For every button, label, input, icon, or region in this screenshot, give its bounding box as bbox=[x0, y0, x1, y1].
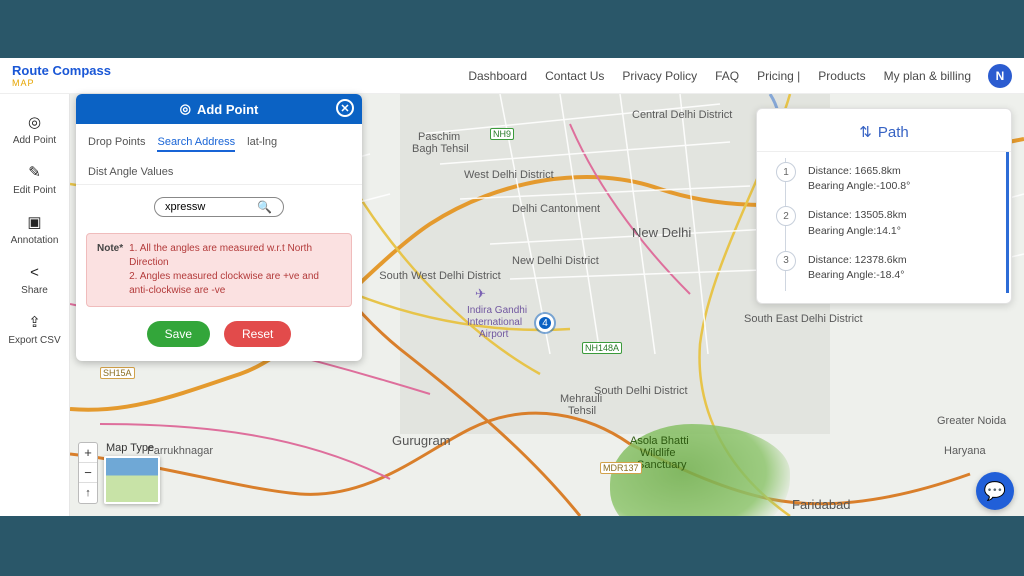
search-icon[interactable]: 🔍 bbox=[257, 200, 272, 214]
note-icon: ▣ bbox=[24, 212, 44, 232]
label-se-delhi: South East Delhi District bbox=[742, 312, 852, 326]
path-item-1[interactable]: 1 Distance: 1665.8km Bearing Angle:-100.… bbox=[785, 158, 994, 202]
map-type-label: Map Type bbox=[106, 442, 160, 454]
note-box: Note* 1. All the angles are measured w.r… bbox=[86, 233, 352, 307]
target-icon: ◎ bbox=[180, 101, 191, 117]
tool-label: Export CSV bbox=[8, 335, 60, 346]
zoom-control: + − ↑ bbox=[78, 442, 98, 504]
tool-label: Edit Point bbox=[13, 185, 56, 196]
label-asola3: Sanctuary bbox=[635, 458, 689, 472]
panel-header: ◎ Add Point ✕ bbox=[76, 94, 362, 124]
path-title: ⇅ Path bbox=[757, 117, 1011, 152]
tool-edit-point[interactable]: ✎ Edit Point bbox=[13, 162, 56, 196]
label-greater-noida: Greater Noida bbox=[935, 414, 1008, 428]
path-bearing: Bearing Angle:-100.8° bbox=[808, 179, 994, 194]
save-button[interactable]: Save bbox=[147, 321, 210, 347]
path-distance: Distance: 12378.6km bbox=[808, 253, 994, 268]
label-south-delhi: South Delhi District bbox=[592, 384, 682, 398]
nav-dashboard[interactable]: Dashboard bbox=[468, 69, 527, 83]
note-line-1: 1. All the angles are measured w.r.t Nor… bbox=[129, 242, 341, 270]
nav-faq[interactable]: FAQ bbox=[715, 69, 739, 83]
chat-bubble[interactable]: 💬 bbox=[976, 472, 1014, 510]
path-icon: ⇅ bbox=[859, 123, 872, 141]
map-marker[interactable]: 4 bbox=[536, 314, 554, 332]
path-distance: Distance: 1665.8km bbox=[808, 164, 994, 179]
logo[interactable]: Route Compass MAP bbox=[12, 64, 111, 88]
label-central-delhi: Central Delhi District bbox=[630, 108, 730, 122]
label-cantonment: Delhi Cantonment bbox=[510, 202, 602, 216]
avatar[interactable]: N bbox=[988, 64, 1012, 88]
target-icon: ◎ bbox=[25, 112, 45, 132]
nav-products[interactable]: Products bbox=[818, 69, 865, 83]
tool-label: Annotation bbox=[11, 235, 59, 246]
path-number: 1 bbox=[776, 162, 796, 182]
map-type-switcher[interactable]: Map Type bbox=[104, 442, 160, 504]
label-newdelhi-district: New Delhi District bbox=[510, 254, 590, 268]
label-gurugram: Gurugram bbox=[390, 432, 453, 449]
add-point-panel: ◎ Add Point ✕ Drop Points Search Address… bbox=[76, 94, 362, 361]
label-west-delhi: West Delhi District bbox=[462, 168, 542, 182]
note-label: Note* bbox=[97, 242, 123, 298]
tab-lat-lng[interactable]: lat-lng bbox=[247, 134, 277, 152]
chat-icon: 💬 bbox=[984, 481, 1006, 502]
close-icon: ✕ bbox=[340, 102, 349, 115]
badge-nh148a: NH148A bbox=[582, 342, 622, 354]
path-item-2[interactable]: 2 Distance: 13505.8km Bearing Angle:14.1… bbox=[785, 202, 994, 246]
plane-icon: ✈ bbox=[475, 286, 486, 302]
tool-label: Add Point bbox=[13, 135, 56, 146]
tab-dist-angle[interactable]: Dist Angle Values bbox=[88, 164, 173, 180]
path-panel: ⇅ Path 1 Distance: 1665.8km Bearing Angl… bbox=[756, 108, 1012, 304]
search-pill[interactable]: 🔍 bbox=[154, 197, 284, 217]
path-number: 3 bbox=[776, 251, 796, 271]
tool-annotation[interactable]: ▣ Annotation bbox=[11, 212, 59, 246]
path-distance: Distance: 13505.8km bbox=[808, 208, 994, 223]
badge-nh9: NH9 bbox=[490, 128, 514, 140]
panel-tabs: Drop Points Search Address lat-lng Dist … bbox=[76, 124, 362, 185]
logo-title: Route Compass bbox=[12, 64, 111, 77]
path-bearing: Bearing Angle:-18.4° bbox=[808, 268, 994, 283]
tool-share[interactable]: < Share bbox=[21, 262, 48, 296]
app-frame: Route Compass MAP Dashboard Contact Us P… bbox=[0, 58, 1024, 516]
badge-mdr137: MDR137 bbox=[600, 462, 642, 474]
map-type-thumb[interactable] bbox=[104, 456, 160, 504]
search-input[interactable] bbox=[165, 201, 255, 213]
nav-privacy-policy[interactable]: Privacy Policy bbox=[622, 69, 697, 83]
label-haryana: Haryana bbox=[942, 444, 988, 458]
export-icon: ⇪ bbox=[25, 312, 45, 332]
tool-label: Share bbox=[21, 285, 48, 296]
panel-title: Add Point bbox=[197, 102, 258, 117]
navbar: Route Compass MAP Dashboard Contact Us P… bbox=[0, 58, 1024, 94]
left-toolbar: ◎ Add Point ✎ Edit Point ▣ Annotation < … bbox=[0, 94, 70, 516]
label-sw-delhi: South West Delhi District bbox=[370, 269, 510, 283]
badge-sh15a: SH15A bbox=[100, 367, 135, 379]
path-number: 2 bbox=[776, 206, 796, 226]
path-bearing: Bearing Angle:14.1° bbox=[808, 224, 994, 239]
pencil-icon: ✎ bbox=[25, 162, 45, 182]
zoom-in-button[interactable]: + bbox=[79, 443, 97, 463]
panel-close-button[interactable]: ✕ bbox=[336, 99, 354, 117]
tab-search-address[interactable]: Search Address bbox=[157, 134, 235, 152]
zoom-reset-button[interactable]: ↑ bbox=[79, 483, 97, 503]
nav-pricing[interactable]: Pricing | bbox=[757, 69, 800, 83]
share-icon: < bbox=[25, 262, 45, 282]
tab-drop-points[interactable]: Drop Points bbox=[88, 134, 145, 152]
path-item-3[interactable]: 3 Distance: 12378.6km Bearing Angle:-18.… bbox=[785, 247, 994, 291]
path-body: 1 Distance: 1665.8km Bearing Angle:-100.… bbox=[757, 152, 1009, 293]
label-airport3: Airport bbox=[477, 328, 510, 341]
nav-my-plan[interactable]: My plan & billing bbox=[884, 69, 971, 83]
note-line-2: 2. Angles measured clockwise are +ve and… bbox=[129, 270, 341, 298]
nav-contact-us[interactable]: Contact Us bbox=[545, 69, 604, 83]
logo-subtitle: MAP bbox=[12, 78, 111, 88]
tool-export-csv[interactable]: ⇪ Export CSV bbox=[8, 312, 60, 346]
label-mehrauli2: Tehsil bbox=[566, 404, 598, 418]
label-new-delhi: New Delhi bbox=[630, 224, 693, 241]
label-bagh: Bagh Tehsil bbox=[410, 142, 471, 156]
label-faridabad: Faridabad bbox=[790, 496, 853, 513]
reset-button[interactable]: Reset bbox=[224, 321, 291, 347]
path-title-text: Path bbox=[878, 124, 909, 141]
tool-add-point[interactable]: ◎ Add Point bbox=[13, 112, 56, 146]
zoom-out-button[interactable]: − bbox=[79, 463, 97, 483]
